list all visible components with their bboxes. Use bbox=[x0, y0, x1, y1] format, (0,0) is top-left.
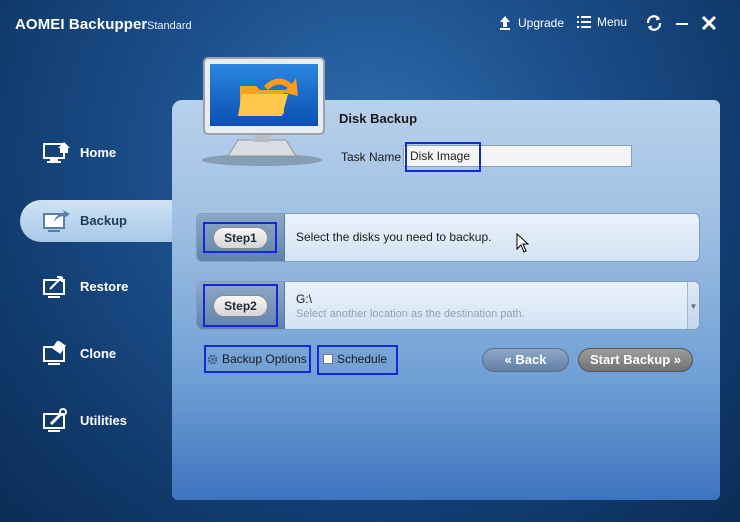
step2-button[interactable]: Step2 bbox=[213, 295, 268, 317]
upgrade-icon bbox=[500, 16, 510, 30]
task-name-input[interactable] bbox=[403, 145, 632, 167]
page-title: Disk Backup bbox=[339, 111, 418, 126]
step1-cell: Step1 bbox=[197, 214, 285, 261]
menu-button[interactable]: Menu bbox=[577, 15, 627, 29]
upgrade-label: Upgrade bbox=[518, 15, 565, 30]
menu-icon bbox=[577, 16, 591, 28]
refresh-icon[interactable] bbox=[645, 14, 663, 32]
double-chevron-left-icon: « bbox=[504, 352, 512, 367]
destination-hint: Select another location as the destinati… bbox=[296, 308, 525, 320]
schedule-label: Schedule bbox=[337, 352, 388, 366]
app-title: AOMEI Backupper bbox=[15, 16, 148, 33]
back-button[interactable]: « Back bbox=[482, 348, 569, 372]
checkbox[interactable] bbox=[323, 354, 333, 364]
close-icon[interactable] bbox=[700, 14, 718, 32]
start-backup-label: Start Backup bbox=[589, 352, 671, 367]
sidebar-item-restore[interactable]: Restore bbox=[20, 266, 172, 308]
menu-label: Menu bbox=[597, 15, 628, 29]
backup-options-button[interactable]: Backup Options bbox=[207, 352, 307, 366]
upgrade-button[interactable]: Upgrade bbox=[498, 15, 564, 30]
title-bar: AOMEI Backupper Standard Upgrade Menu bbox=[0, 0, 740, 50]
schedule-checkbox[interactable]: Schedule bbox=[323, 352, 387, 366]
app-edition: Standard bbox=[147, 20, 192, 32]
monitor-folder-icon bbox=[202, 57, 325, 166]
backup-options-label: Backup Options bbox=[222, 352, 307, 366]
monitor-home-icon bbox=[43, 142, 70, 163]
step1-row[interactable]: Step1 Select the disks you need to backu… bbox=[196, 213, 700, 262]
step2-cell: Step2 bbox=[197, 282, 285, 329]
sidebar-item-label: Backup bbox=[80, 213, 127, 228]
task-name-label: Task Name bbox=[341, 150, 402, 164]
mouse-cursor-icon bbox=[516, 233, 530, 253]
sidebar-item-label: Restore bbox=[80, 279, 129, 294]
backup-icon bbox=[43, 210, 70, 232]
utilities-icon bbox=[43, 408, 67, 432]
sidebar-item-label: Home bbox=[80, 145, 117, 160]
gear-icon bbox=[207, 354, 218, 364]
destination-path: G:\ bbox=[296, 292, 313, 306]
double-chevron-right-icon: » bbox=[673, 352, 682, 367]
back-label: Back bbox=[515, 352, 547, 367]
restore-icon bbox=[43, 276, 65, 298]
minimize-icon[interactable] bbox=[673, 14, 691, 32]
step1-button[interactable]: Step1 bbox=[213, 227, 268, 249]
sidebar-item-utilities[interactable]: Utilities bbox=[20, 400, 172, 442]
sidebar-item-home[interactable]: Home bbox=[20, 132, 172, 174]
sidebar-item-label: Utilities bbox=[80, 413, 127, 428]
step2-row[interactable]: Step2 G:\ Select another location as the… bbox=[196, 281, 700, 330]
step1-description: Select the disks you need to backup. bbox=[296, 230, 492, 244]
sidebar-item-label: Clone bbox=[80, 346, 117, 361]
sidebar-item-backup[interactable]: Backup bbox=[20, 200, 172, 242]
clone-icon bbox=[43, 341, 66, 365]
sidebar-item-clone[interactable]: Clone bbox=[20, 333, 172, 375]
start-backup-button[interactable]: Start Backup » bbox=[578, 348, 693, 372]
chevron-down-icon[interactable]: ▼ bbox=[687, 282, 699, 329]
